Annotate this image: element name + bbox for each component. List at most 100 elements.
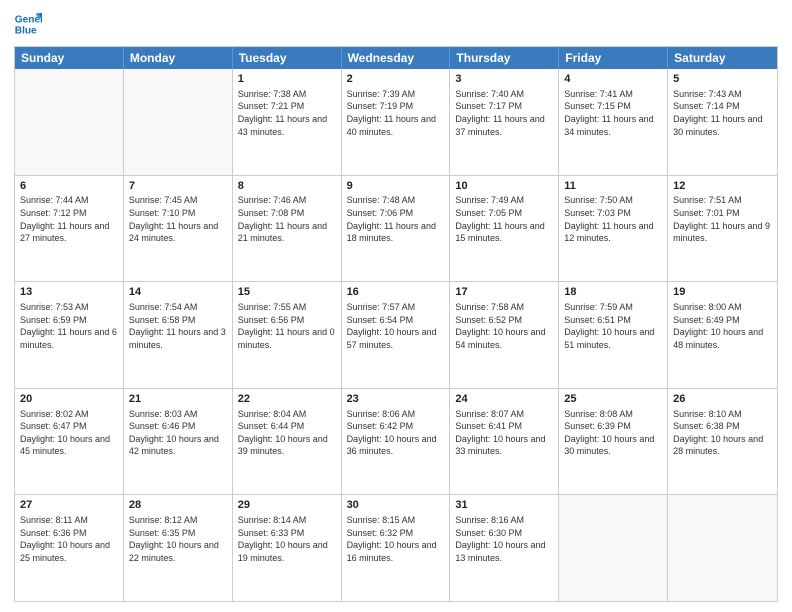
- calendar-cell: 25Sunrise: 8:08 AMSunset: 6:39 PMDayligh…: [559, 389, 668, 495]
- day-header-friday: Friday: [559, 47, 668, 69]
- day-header-monday: Monday: [124, 47, 233, 69]
- cell-info: Sunrise: 8:12 AMSunset: 6:35 PMDaylight:…: [129, 514, 227, 564]
- day-number: 16: [347, 285, 445, 300]
- day-number: 22: [238, 392, 336, 407]
- day-number: 11: [564, 179, 662, 194]
- day-number: 10: [455, 179, 553, 194]
- calendar-cell: 6Sunrise: 7:44 AMSunset: 7:12 PMDaylight…: [15, 176, 124, 282]
- day-number: 13: [20, 285, 118, 300]
- calendar-cell: 1Sunrise: 7:38 AMSunset: 7:21 PMDaylight…: [233, 69, 342, 175]
- day-header-thursday: Thursday: [450, 47, 559, 69]
- cell-info: Sunrise: 7:50 AMSunset: 7:03 PMDaylight:…: [564, 194, 662, 244]
- day-number: 27: [20, 498, 118, 513]
- cell-info: Sunrise: 8:14 AMSunset: 6:33 PMDaylight:…: [238, 514, 336, 564]
- day-number: 1: [238, 72, 336, 87]
- calendar-cell: 18Sunrise: 7:59 AMSunset: 6:51 PMDayligh…: [559, 282, 668, 388]
- cell-info: Sunrise: 7:51 AMSunset: 7:01 PMDaylight:…: [673, 194, 772, 244]
- calendar-cell: 16Sunrise: 7:57 AMSunset: 6:54 PMDayligh…: [342, 282, 451, 388]
- calendar-week-1: 1Sunrise: 7:38 AMSunset: 7:21 PMDaylight…: [15, 69, 777, 175]
- day-number: 18: [564, 285, 662, 300]
- cell-info: Sunrise: 7:59 AMSunset: 6:51 PMDaylight:…: [564, 301, 662, 351]
- calendar-cell: 15Sunrise: 7:55 AMSunset: 6:56 PMDayligh…: [233, 282, 342, 388]
- day-number: 29: [238, 498, 336, 513]
- day-number: 21: [129, 392, 227, 407]
- day-number: 3: [455, 72, 553, 87]
- cell-info: Sunrise: 8:10 AMSunset: 6:38 PMDaylight:…: [673, 408, 772, 458]
- day-number: 26: [673, 392, 772, 407]
- day-number: 12: [673, 179, 772, 194]
- svg-text:Blue: Blue: [15, 25, 37, 36]
- header: General Blue: [14, 10, 778, 38]
- calendar-cell: 22Sunrise: 8:04 AMSunset: 6:44 PMDayligh…: [233, 389, 342, 495]
- calendar-week-5: 27Sunrise: 8:11 AMSunset: 6:36 PMDayligh…: [15, 494, 777, 601]
- day-number: 24: [455, 392, 553, 407]
- day-number: 5: [673, 72, 772, 87]
- cell-info: Sunrise: 7:43 AMSunset: 7:14 PMDaylight:…: [673, 88, 772, 138]
- calendar: SundayMondayTuesdayWednesdayThursdayFrid…: [14, 46, 778, 602]
- logo-icon: General Blue: [14, 10, 42, 38]
- day-number: 20: [20, 392, 118, 407]
- calendar-cell: [559, 495, 668, 601]
- calendar-body: 1Sunrise: 7:38 AMSunset: 7:21 PMDaylight…: [15, 69, 777, 601]
- cell-info: Sunrise: 7:49 AMSunset: 7:05 PMDaylight:…: [455, 194, 553, 244]
- cell-info: Sunrise: 7:39 AMSunset: 7:19 PMDaylight:…: [347, 88, 445, 138]
- calendar-cell: 29Sunrise: 8:14 AMSunset: 6:33 PMDayligh…: [233, 495, 342, 601]
- calendar-cell: [15, 69, 124, 175]
- calendar-cell: 8Sunrise: 7:46 AMSunset: 7:08 PMDaylight…: [233, 176, 342, 282]
- calendar-cell: 10Sunrise: 7:49 AMSunset: 7:05 PMDayligh…: [450, 176, 559, 282]
- calendar-cell: [124, 69, 233, 175]
- cell-info: Sunrise: 7:40 AMSunset: 7:17 PMDaylight:…: [455, 88, 553, 138]
- calendar-cell: 9Sunrise: 7:48 AMSunset: 7:06 PMDaylight…: [342, 176, 451, 282]
- day-number: 31: [455, 498, 553, 513]
- calendar-cell: 24Sunrise: 8:07 AMSunset: 6:41 PMDayligh…: [450, 389, 559, 495]
- day-number: 2: [347, 72, 445, 87]
- day-header-saturday: Saturday: [668, 47, 777, 69]
- calendar-cell: 5Sunrise: 7:43 AMSunset: 7:14 PMDaylight…: [668, 69, 777, 175]
- calendar-cell: 3Sunrise: 7:40 AMSunset: 7:17 PMDaylight…: [450, 69, 559, 175]
- cell-info: Sunrise: 8:07 AMSunset: 6:41 PMDaylight:…: [455, 408, 553, 458]
- day-number: 4: [564, 72, 662, 87]
- cell-info: Sunrise: 7:48 AMSunset: 7:06 PMDaylight:…: [347, 194, 445, 244]
- cell-info: Sunrise: 8:16 AMSunset: 6:30 PMDaylight:…: [455, 514, 553, 564]
- calendar-cell: 30Sunrise: 8:15 AMSunset: 6:32 PMDayligh…: [342, 495, 451, 601]
- calendar-cell: 7Sunrise: 7:45 AMSunset: 7:10 PMDaylight…: [124, 176, 233, 282]
- cell-info: Sunrise: 7:53 AMSunset: 6:59 PMDaylight:…: [20, 301, 118, 351]
- day-number: 8: [238, 179, 336, 194]
- day-number: 14: [129, 285, 227, 300]
- cell-info: Sunrise: 7:41 AMSunset: 7:15 PMDaylight:…: [564, 88, 662, 138]
- cell-info: Sunrise: 8:11 AMSunset: 6:36 PMDaylight:…: [20, 514, 118, 564]
- day-number: 7: [129, 179, 227, 194]
- day-number: 28: [129, 498, 227, 513]
- calendar-cell: 14Sunrise: 7:54 AMSunset: 6:58 PMDayligh…: [124, 282, 233, 388]
- cell-info: Sunrise: 8:00 AMSunset: 6:49 PMDaylight:…: [673, 301, 772, 351]
- day-header-wednesday: Wednesday: [342, 47, 451, 69]
- cell-info: Sunrise: 8:03 AMSunset: 6:46 PMDaylight:…: [129, 408, 227, 458]
- day-number: 9: [347, 179, 445, 194]
- cell-info: Sunrise: 7:54 AMSunset: 6:58 PMDaylight:…: [129, 301, 227, 351]
- day-number: 15: [238, 285, 336, 300]
- calendar-cell: 26Sunrise: 8:10 AMSunset: 6:38 PMDayligh…: [668, 389, 777, 495]
- cell-info: Sunrise: 8:15 AMSunset: 6:32 PMDaylight:…: [347, 514, 445, 564]
- calendar-cell: 11Sunrise: 7:50 AMSunset: 7:03 PMDayligh…: [559, 176, 668, 282]
- cell-info: Sunrise: 8:04 AMSunset: 6:44 PMDaylight:…: [238, 408, 336, 458]
- day-number: 6: [20, 179, 118, 194]
- calendar-cell: 21Sunrise: 8:03 AMSunset: 6:46 PMDayligh…: [124, 389, 233, 495]
- calendar-cell: 20Sunrise: 8:02 AMSunset: 6:47 PMDayligh…: [15, 389, 124, 495]
- cell-info: Sunrise: 8:08 AMSunset: 6:39 PMDaylight:…: [564, 408, 662, 458]
- calendar-header: SundayMondayTuesdayWednesdayThursdayFrid…: [15, 47, 777, 69]
- calendar-cell: 31Sunrise: 8:16 AMSunset: 6:30 PMDayligh…: [450, 495, 559, 601]
- calendar-cell: 13Sunrise: 7:53 AMSunset: 6:59 PMDayligh…: [15, 282, 124, 388]
- cell-info: Sunrise: 7:38 AMSunset: 7:21 PMDaylight:…: [238, 88, 336, 138]
- calendar-cell: 23Sunrise: 8:06 AMSunset: 6:42 PMDayligh…: [342, 389, 451, 495]
- calendar-week-4: 20Sunrise: 8:02 AMSunset: 6:47 PMDayligh…: [15, 388, 777, 495]
- cell-info: Sunrise: 7:58 AMSunset: 6:52 PMDaylight:…: [455, 301, 553, 351]
- calendar-cell: 27Sunrise: 8:11 AMSunset: 6:36 PMDayligh…: [15, 495, 124, 601]
- logo: General Blue: [14, 10, 42, 38]
- cell-info: Sunrise: 7:46 AMSunset: 7:08 PMDaylight:…: [238, 194, 336, 244]
- calendar-week-2: 6Sunrise: 7:44 AMSunset: 7:12 PMDaylight…: [15, 175, 777, 282]
- day-number: 17: [455, 285, 553, 300]
- cell-info: Sunrise: 7:44 AMSunset: 7:12 PMDaylight:…: [20, 194, 118, 244]
- day-number: 30: [347, 498, 445, 513]
- calendar-cell: 17Sunrise: 7:58 AMSunset: 6:52 PMDayligh…: [450, 282, 559, 388]
- day-number: 25: [564, 392, 662, 407]
